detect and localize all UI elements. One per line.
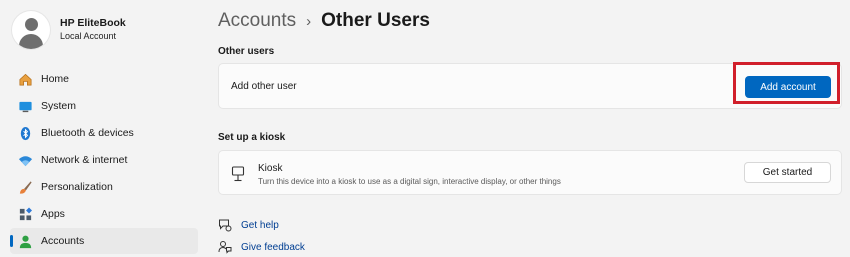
sidebar-item-label: System (41, 100, 77, 112)
apps-icon (17, 206, 33, 222)
get-help-text[interactable]: Get help (241, 220, 279, 231)
add-other-user-label: Add other user (231, 81, 297, 92)
give-feedback-link[interactable]: Give feedback (218, 239, 305, 255)
sidebar-item-bluetooth[interactable]: Bluetooth & devices (10, 120, 198, 146)
sidebar-item-accounts[interactable]: Accounts (10, 228, 198, 254)
main-content: Accounts › Other Users Other users Add o… (218, 0, 850, 257)
breadcrumb: Accounts › Other Users (218, 7, 430, 35)
get-started-button[interactable]: Get started (744, 162, 831, 183)
sidebar-item-network[interactable]: Network & internet (10, 147, 198, 173)
chevron-right-icon: › (306, 12, 312, 30)
page-title: Other Users (321, 10, 430, 31)
sidebar-item-label: Accounts (41, 235, 85, 247)
active-indicator (10, 235, 13, 247)
bluetooth-icon (17, 125, 33, 141)
add-account-button[interactable]: Add account (745, 76, 831, 98)
brush-icon (17, 179, 33, 195)
breadcrumb-accounts[interactable]: Accounts (218, 10, 296, 32)
add-other-user-card: Add other user Add account (218, 62, 842, 109)
home-icon (17, 71, 33, 87)
profile-name: HP EliteBook (60, 17, 126, 29)
sidebar-item-label: Personalization (41, 181, 113, 193)
person-icon (17, 233, 33, 249)
sidebar-item-personalization[interactable]: Personalization (10, 174, 198, 200)
sidebar-item-label: Home (41, 73, 70, 85)
sidebar-item-system[interactable]: System (10, 93, 198, 119)
sidebar-item-label: Bluetooth & devices (41, 127, 134, 139)
section-other-users: Other users (218, 46, 275, 57)
avatar (12, 11, 50, 49)
get-help-link[interactable]: Get help (218, 217, 279, 233)
help-icon (219, 219, 232, 232)
section-kiosk: Set up a kiosk (218, 132, 286, 143)
sidebar-nav: Home System Bluetooth & devices Network … (10, 66, 198, 255)
profile-account-type: Local Account (60, 31, 117, 41)
feedback-icon (218, 241, 232, 254)
sidebar-item-apps[interactable]: Apps (10, 201, 198, 227)
wifi-icon (17, 152, 33, 168)
kiosk-description: Turn this device into a kiosk to use as … (258, 177, 561, 186)
sidebar-item-label: Network & internet (41, 154, 128, 166)
give-feedback-text[interactable]: Give feedback (241, 242, 305, 253)
kiosk-icon (231, 166, 245, 182)
sidebar-item-label: Apps (41, 208, 65, 220)
kiosk-card[interactable]: Kiosk Turn this device into a kiosk to u… (218, 150, 842, 195)
monitor-icon (17, 98, 33, 114)
sidebar-item-home[interactable]: Home (10, 66, 198, 92)
profile-text: HP EliteBook Local Account (60, 17, 126, 43)
sidebar: HP EliteBook Local Account Home System B… (0, 0, 210, 257)
kiosk-title: Kiosk (258, 163, 283, 174)
user-profile[interactable]: HP EliteBook Local Account (12, 11, 126, 49)
